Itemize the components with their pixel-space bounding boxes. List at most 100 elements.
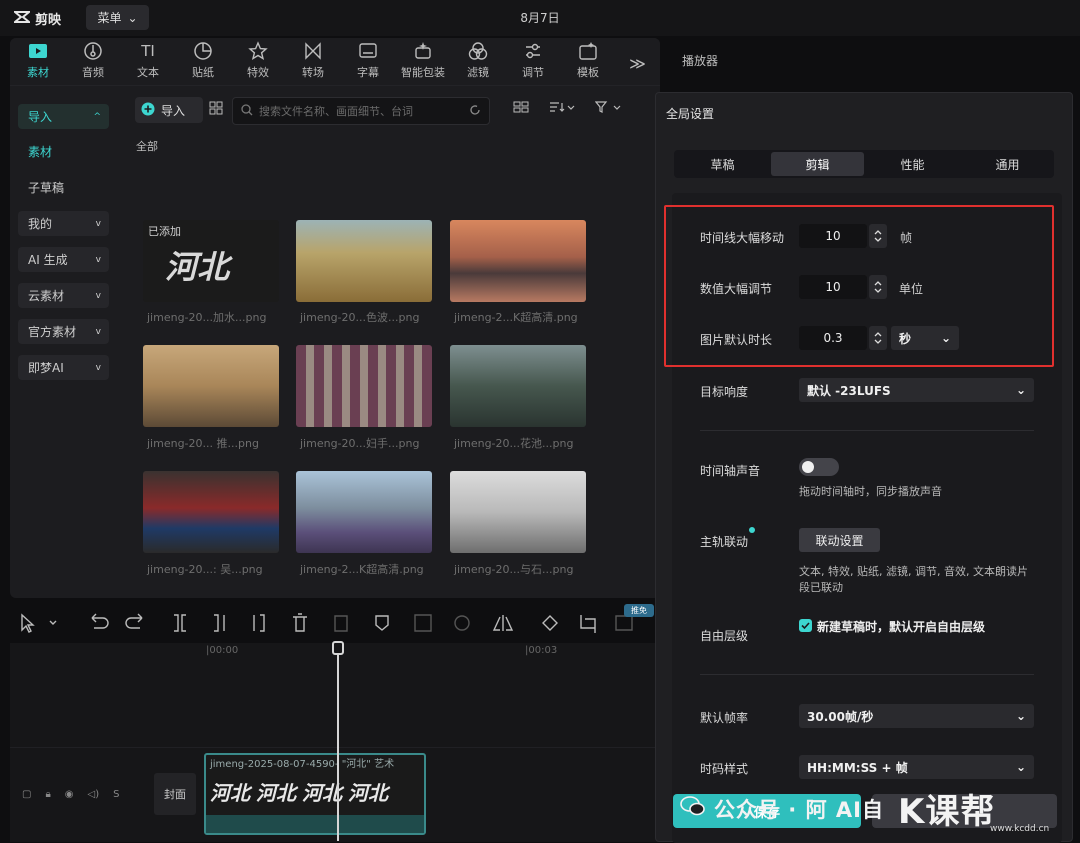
s-icon[interactable]: S xyxy=(113,789,119,800)
import-button[interactable]: 导入 xyxy=(135,97,203,123)
lock-icon[interactable]: 🔒︎ xyxy=(45,789,50,800)
effects-icon xyxy=(248,41,268,61)
media-thumb[interactable] xyxy=(143,345,279,427)
sidebar-item-label: 云素材 xyxy=(28,289,65,303)
grid-view-icon[interactable] xyxy=(513,101,529,116)
project-title: 8月7日 xyxy=(520,11,560,25)
clip-frame-text: 河北 xyxy=(302,780,342,805)
sidebar-item-ai-generate[interactable]: AI 生成 v xyxy=(18,247,109,272)
transition-icon xyxy=(303,41,323,61)
chevron-down-icon: v xyxy=(95,326,101,337)
media-thumb[interactable] xyxy=(296,471,432,553)
watermark-site: www.kcdd.cn xyxy=(990,824,1050,834)
sidebar-item-cloud[interactable]: 云素材 v xyxy=(18,283,109,308)
media-thumb[interactable] xyxy=(143,471,279,553)
tab-smart-pack[interactable]: 智能包装 xyxy=(395,41,451,85)
media-thumb[interactable] xyxy=(296,345,432,427)
filter-funnel-icon[interactable] xyxy=(594,101,621,116)
video-clip[interactable]: jimeng-2025-08-07-4590- "河北" 艺术 河北 河北 河北… xyxy=(204,753,426,835)
eye-icon[interactable]: ◉ xyxy=(65,789,74,800)
toolbar-tabs: 素材 音频 TI 文本 贴纸 特效 转场 字幕 智能包装 滤镜 调节 模板 ≫ xyxy=(10,38,660,86)
sidebar-item-label: 导入 xyxy=(28,110,53,124)
chevron-down-icon xyxy=(49,620,57,625)
playhead[interactable] xyxy=(332,641,344,841)
tab-subtitle[interactable]: 字幕 xyxy=(340,41,396,85)
highlight-box xyxy=(664,205,1054,367)
import-label: 导入 xyxy=(161,103,186,118)
play-circle-icon xyxy=(454,615,470,631)
more-tabs-button[interactable]: ≫ xyxy=(615,41,660,85)
sidebar-item-jimeng[interactable]: 即梦AI v xyxy=(18,355,109,380)
media-thumb[interactable] xyxy=(450,220,586,302)
media-thumb[interactable]: 已添加 河北 xyxy=(143,220,279,302)
chevron-down-icon: v xyxy=(95,290,101,301)
player-title: 播放器 xyxy=(682,54,719,68)
tab-label: 素材 xyxy=(27,66,49,79)
tab-adjust[interactable]: 调节 xyxy=(505,41,561,85)
sidebar-item-subdraft[interactable]: 子草稿 xyxy=(18,175,109,200)
tab-filter[interactable]: 滤镜 xyxy=(450,41,506,85)
link-settings-button[interactable]: 联动设置 xyxy=(799,528,880,552)
tab-label: 智能包装 xyxy=(401,66,445,79)
sidebar-item-label: 子草稿 xyxy=(28,181,65,195)
media-thumb[interactable] xyxy=(296,220,432,302)
sidebar-item-mine[interactable]: 我的 v xyxy=(18,211,109,236)
media-filename: jimeng-20... 推...png xyxy=(147,437,259,450)
tab-label: 字幕 xyxy=(357,66,379,79)
watermark-text: 公众号 · 阿 AI自 xyxy=(714,797,884,822)
redo-icon xyxy=(125,613,143,629)
tab-effects[interactable]: 特效 xyxy=(230,41,286,85)
tab-media[interactable]: 素材 xyxy=(10,41,66,85)
sidebar-item-label: 我的 xyxy=(28,217,53,231)
clip-frame-text: 河北 xyxy=(210,780,250,805)
cover-button[interactable]: 封面 xyxy=(154,773,196,815)
checkbox-checked-icon xyxy=(799,618,812,635)
tab-label: 文本 xyxy=(137,66,159,79)
track-controls: ▢ 🔒︎ ◉ ◁) S xyxy=(22,789,119,800)
sidebar-item-material[interactable]: 素材 xyxy=(18,139,109,164)
clip-audio-strip xyxy=(206,815,424,833)
tab-edit[interactable]: 剪辑 xyxy=(771,152,864,176)
frame-rate-select[interactable]: 30.00帧/秒 ⌄ xyxy=(799,704,1034,728)
filter-icon xyxy=(468,41,488,61)
tab-audio[interactable]: 音频 xyxy=(65,41,121,85)
track-visibility-icon[interactable]: ▢ xyxy=(22,789,31,800)
timecode-select[interactable]: HH:MM:SS + 帧 ⌄ xyxy=(799,755,1034,779)
media-thumb[interactable] xyxy=(450,345,586,427)
tab-sticker[interactable]: 贴纸 xyxy=(175,41,231,85)
speaker-icon[interactable]: ◁) xyxy=(88,789,100,800)
tab-label: 转场 xyxy=(302,66,324,79)
media-thumb[interactable] xyxy=(450,471,586,553)
subtitle-icon xyxy=(358,41,378,61)
main-track-hint: 文本, 特效, 贴纸, 滤镜, 调节, 音效, 文本朗读片段已联动 xyxy=(799,565,1028,594)
sort-icon[interactable] xyxy=(549,101,575,116)
free-layer-checkbox[interactable]: 新建草稿时，默认开启自由层级 xyxy=(799,618,985,635)
tab-label: 音频 xyxy=(82,66,104,79)
rotate-icon xyxy=(542,615,558,631)
watermark: 公众号 · 阿 AI自 K课帮 xyxy=(680,784,995,833)
tab-general[interactable]: 通用 xyxy=(961,152,1054,176)
sidebar-item-label: 即梦AI xyxy=(28,361,64,375)
media-panel: 素材 音频 TI 文本 贴纸 特效 转场 字幕 智能包装 滤镜 调节 模板 ≫ … xyxy=(10,38,660,598)
tab-template[interactable]: 模板 xyxy=(560,41,616,85)
refresh-icon[interactable] xyxy=(469,104,481,119)
split-right-icon xyxy=(253,614,265,632)
chevron-up-icon: ^ xyxy=(93,111,101,122)
sidebar-item-official[interactable]: 官方素材 v xyxy=(18,319,109,344)
search-input[interactable]: 搜索文件名称、画面细节、台词 xyxy=(232,97,490,125)
tab-text[interactable]: TI 文本 xyxy=(120,41,176,85)
sidebar-item-import[interactable]: 导入 ^ xyxy=(18,104,109,129)
tab-draft[interactable]: 草稿 xyxy=(676,152,769,176)
adjust-icon xyxy=(523,41,543,61)
timeline-audio-toggle[interactable] xyxy=(799,458,839,476)
undo-icon xyxy=(91,613,109,629)
divider xyxy=(700,674,1034,675)
qr-grid-icon[interactable] xyxy=(209,100,223,119)
tab-performance[interactable]: 性能 xyxy=(866,152,959,176)
keyframe-icon xyxy=(414,614,432,632)
tab-transition[interactable]: 转场 xyxy=(285,41,341,85)
sidebar-item-label: 素材 xyxy=(28,145,53,159)
select-value: 默认 -23LUFS xyxy=(807,383,891,398)
loudness-select[interactable]: 默认 -23LUFS ⌄ xyxy=(799,378,1034,402)
media-filename: jimeng-20...花池...png xyxy=(454,437,574,450)
